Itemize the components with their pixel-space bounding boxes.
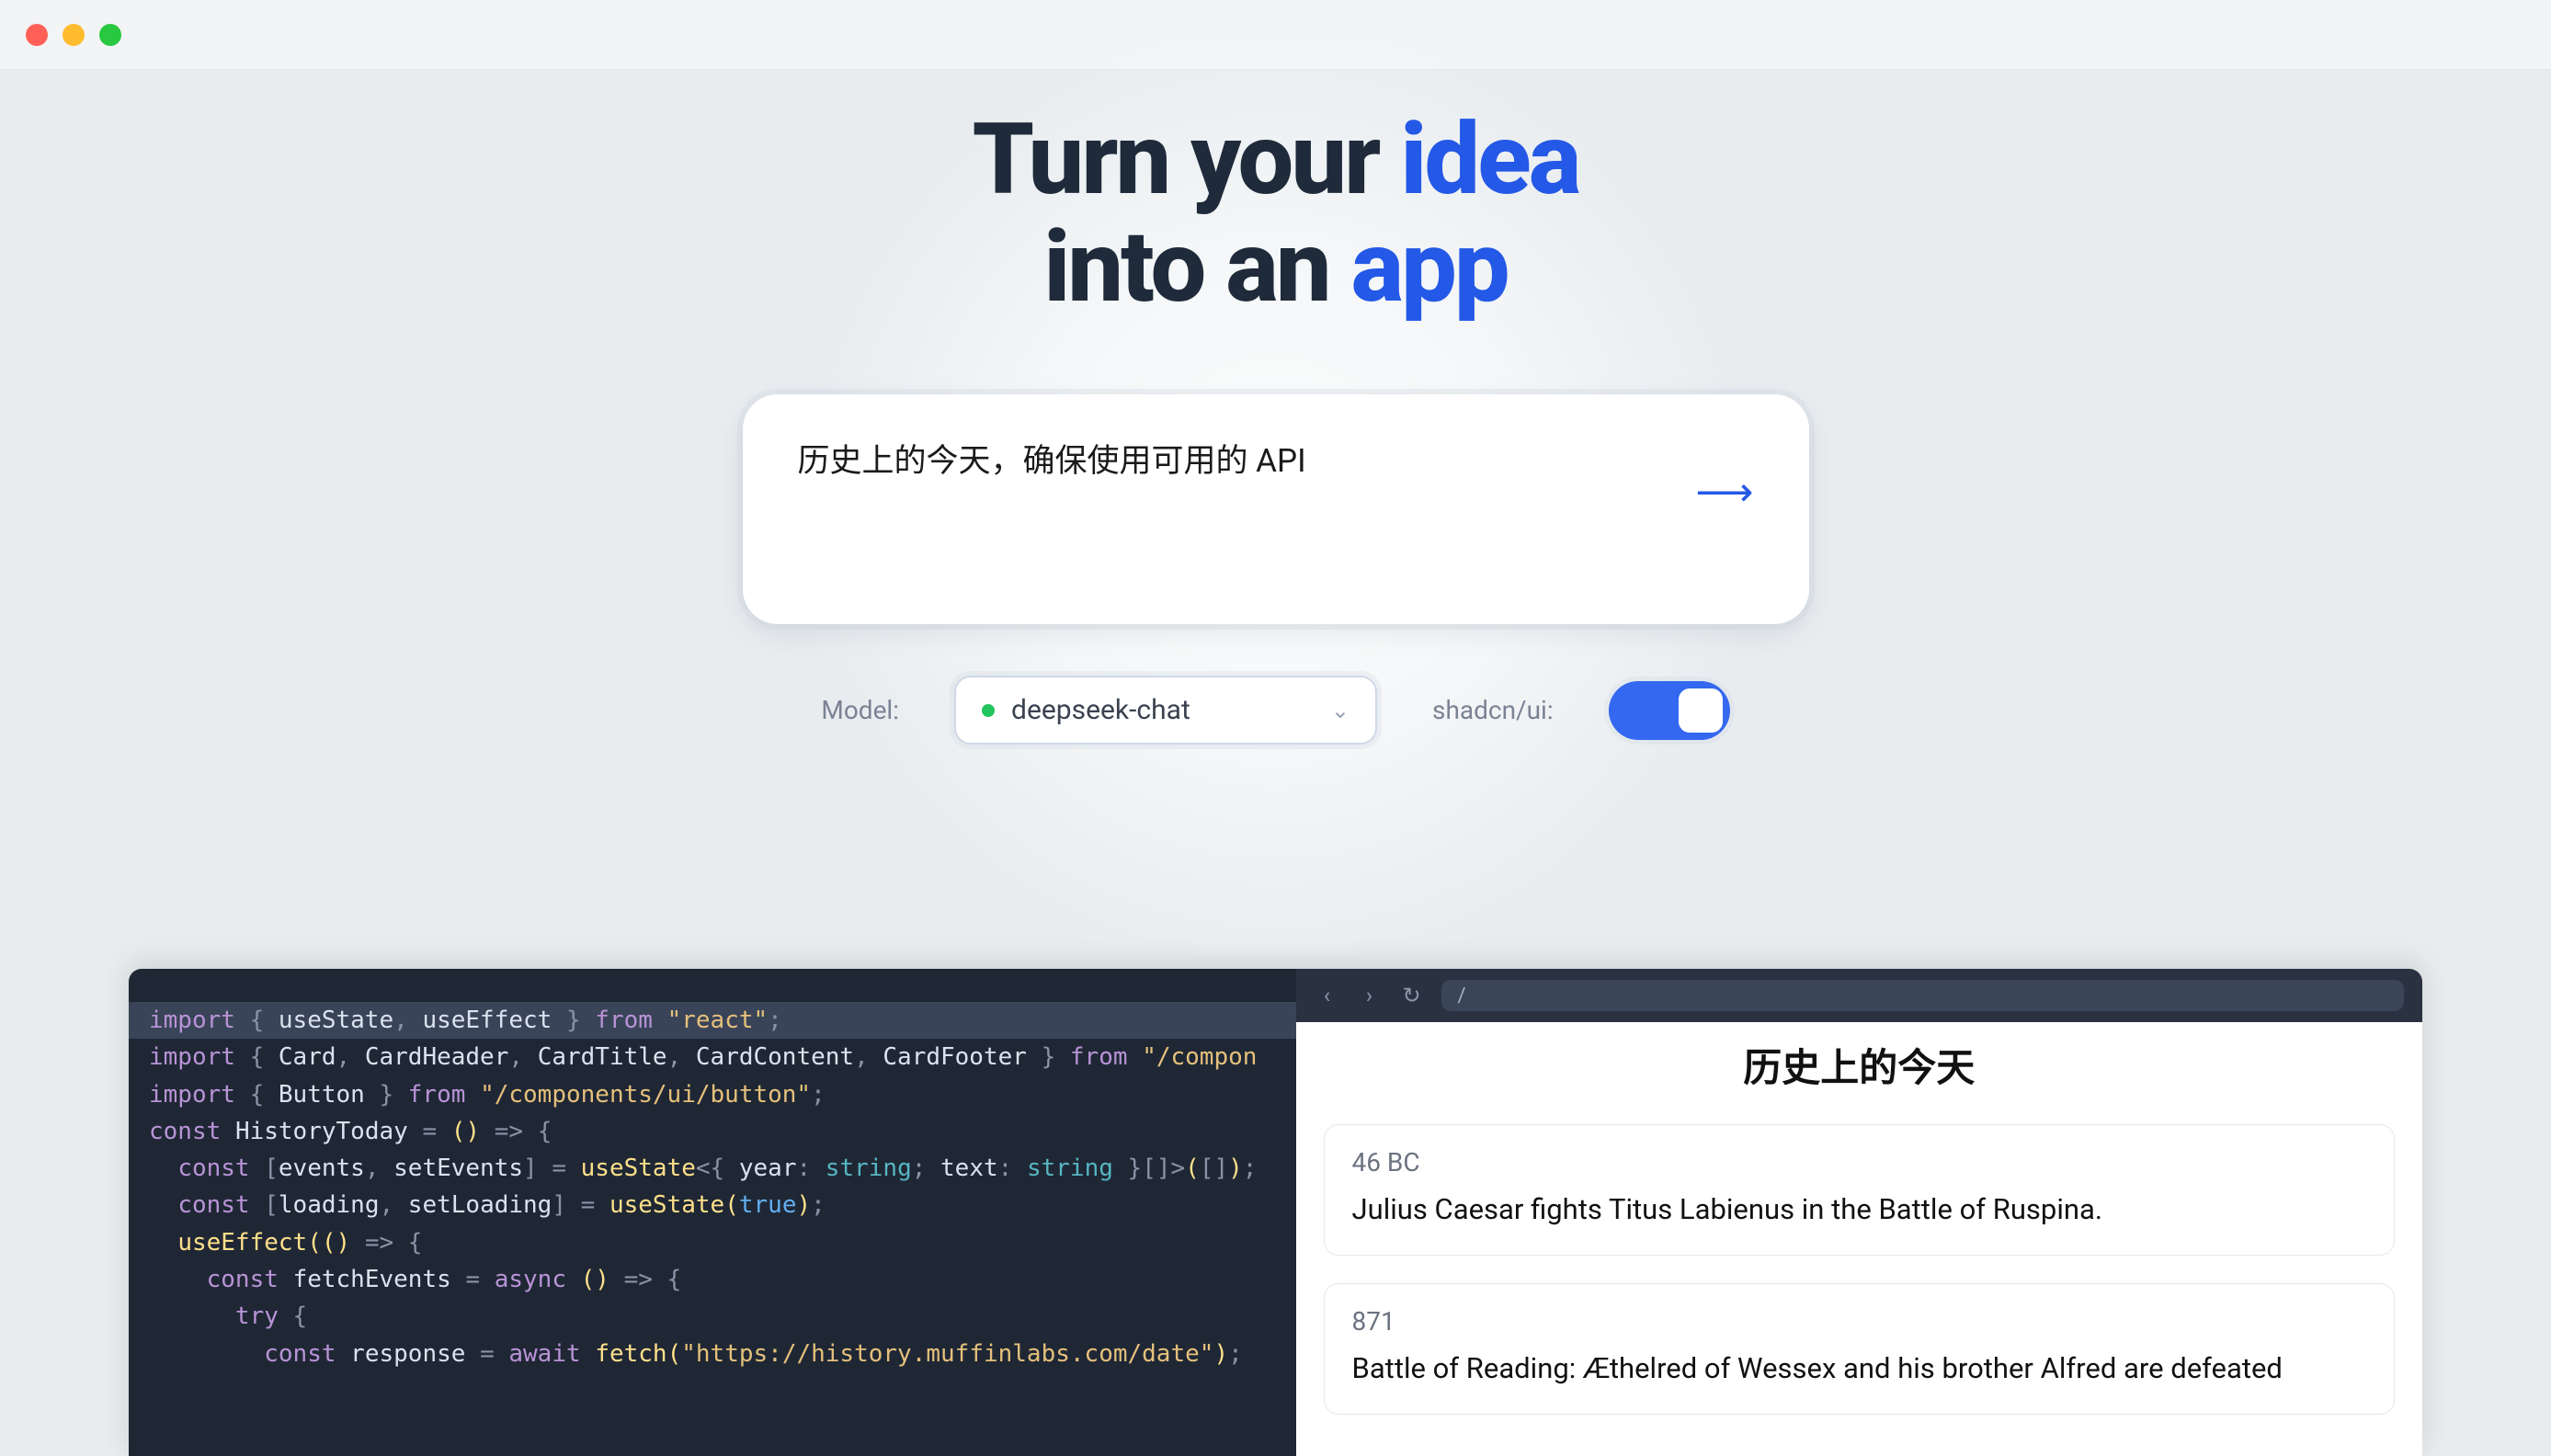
chevron-down-icon: ⌄ bbox=[1331, 698, 1350, 723]
nav-forward-icon[interactable]: › bbox=[1357, 983, 1383, 1008]
code-line: const [loading, setLoading] = useState(t… bbox=[149, 1187, 1276, 1223]
preview-url-bar[interactable]: / bbox=[1441, 980, 2405, 1011]
event-year: 46 BC bbox=[1352, 1147, 2367, 1177]
hero-title-part2: into an bbox=[1043, 210, 1350, 325]
reload-icon[interactable]: ↻ bbox=[1399, 983, 1425, 1008]
shadcn-label: shadcn/ui: bbox=[1432, 695, 1554, 725]
event-card: 46 BC Julius Caesar fights Titus Labienus… bbox=[1324, 1124, 2396, 1256]
code-line: useEffect(() => { bbox=[149, 1224, 1276, 1261]
hero-title-accent1: idea bbox=[1400, 102, 1578, 218]
controls-row: Model: deepseek-chat ⌄ shadcn/ui: bbox=[0, 676, 2551, 745]
close-window-button[interactable] bbox=[26, 24, 48, 46]
model-value: deepseek-chat bbox=[1011, 694, 1315, 726]
preview-body: 历史上的今天 46 BC Julius Caesar fights Titus L… bbox=[1296, 1022, 2423, 1442]
shadcn-toggle[interactable] bbox=[1609, 681, 1730, 740]
event-text: Julius Caesar fights Titus Labienus in t… bbox=[1352, 1190, 2367, 1229]
code-line: const [events, setEvents] = useState<{ y… bbox=[149, 1150, 1276, 1187]
output-panes: import { useState, useEffect } from "rea… bbox=[129, 969, 2422, 1456]
prompt-text[interactable]: 历史上的今天，确保使用可用的 API bbox=[798, 438, 1696, 483]
preview-pane: ‹ › ↻ / 历史上的今天 46 BC Julius Caesar fights… bbox=[1296, 969, 2423, 1456]
preview-title: 历史上的今天 bbox=[1324, 1037, 2396, 1093]
model-label: Model: bbox=[821, 695, 899, 725]
hero-section: Turn your idea into an app 历史上的今天，确保使用可用… bbox=[0, 70, 2551, 745]
hero-title: Turn your idea into an app bbox=[0, 107, 2551, 321]
code-line: const fetchEvents = async () => { bbox=[149, 1261, 1276, 1298]
model-status-dot-icon bbox=[982, 704, 995, 717]
maximize-window-button[interactable] bbox=[99, 24, 121, 46]
hero-title-accent2: app bbox=[1351, 210, 1508, 325]
code-line: import { useState, useEffect } from "rea… bbox=[129, 1002, 1296, 1039]
code-line: import { Button } from "/components/ui/b… bbox=[149, 1076, 1276, 1113]
prompt-input-card[interactable]: 历史上的今天，确保使用可用的 API ⟶ bbox=[743, 394, 1809, 624]
model-select[interactable]: deepseek-chat ⌄ bbox=[954, 676, 1377, 745]
code-line: const HistoryToday = () => { bbox=[149, 1113, 1276, 1150]
preview-toolbar: ‹ › ↻ / bbox=[1296, 969, 2423, 1022]
event-year: 871 bbox=[1352, 1306, 2367, 1337]
submit-arrow-icon[interactable]: ⟶ bbox=[1695, 472, 1753, 512]
event-text: Battle of Reading: Æthelred of Wessex an… bbox=[1352, 1349, 2367, 1388]
code-line: import { Card, CardHeader, CardTitle, Ca… bbox=[149, 1039, 1276, 1075]
code-line: try { bbox=[149, 1298, 1276, 1335]
hero-title-part1: Turn your bbox=[973, 102, 1401, 218]
code-editor-pane[interactable]: import { useState, useEffect } from "rea… bbox=[129, 969, 1296, 1456]
minimize-window-button[interactable] bbox=[63, 24, 85, 46]
nav-back-icon[interactable]: ‹ bbox=[1315, 983, 1340, 1008]
code-line: const response = await fetch("https://hi… bbox=[149, 1336, 1276, 1372]
toggle-knob bbox=[1679, 688, 1723, 733]
preview-url-text: / bbox=[1458, 984, 1466, 1007]
event-card: 871 Battle of Reading: Æthelred of Wessex… bbox=[1324, 1283, 2396, 1415]
window-titlebar bbox=[0, 0, 2551, 70]
